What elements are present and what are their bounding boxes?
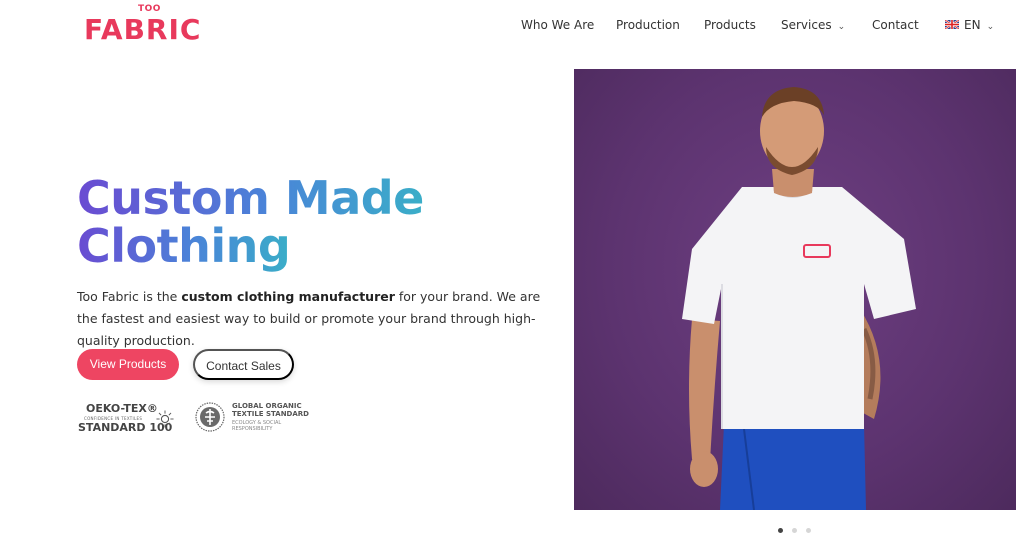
- gots-line2: TEXTILE STANDARD: [232, 410, 309, 418]
- nav-item-who-we-are[interactable]: Who We Are: [521, 16, 594, 34]
- hero-image: [574, 69, 1016, 510]
- gots-line4: RESPONSIBILITY: [232, 426, 273, 432]
- hero-title: Custom Made Clothing: [77, 174, 557, 270]
- nav-item-label: Production: [616, 18, 680, 32]
- page: TOO FABRIC Who We Are Production Product…: [0, 0, 1024, 539]
- hero-title-line1: Custom Made: [77, 171, 424, 225]
- hero-description: Too Fabric is the custom clothing manufa…: [77, 286, 557, 352]
- gots-badge: GLOBAL ORGANIC TEXTILE STANDARD ECOLOGY …: [195, 402, 315, 436]
- carousel-dot-active[interactable]: [778, 528, 783, 533]
- carousel-dots: [778, 528, 818, 536]
- carousel-dot[interactable]: [792, 528, 797, 533]
- main-nav: Who We Are Production Products Services ⌄…: [0, 16, 1024, 34]
- contact-sales-button[interactable]: Contact Sales: [193, 349, 294, 380]
- nav-item-production[interactable]: Production: [616, 16, 680, 34]
- nav-item-contact[interactable]: Contact: [872, 16, 919, 34]
- gots-line1: GLOBAL ORGANIC: [232, 402, 302, 410]
- uk-flag-icon: [945, 20, 959, 29]
- language-label: EN: [964, 18, 981, 32]
- nav-item-label: Services: [781, 18, 832, 32]
- hero-title-line2: Clothing: [77, 219, 291, 273]
- language-selector[interactable]: EN ⌄: [945, 16, 994, 36]
- nav-item-products[interactable]: Products: [704, 16, 756, 34]
- oeko-tex-title: OEKO-TEX®: [86, 402, 158, 415]
- oeko-tex-sun-icon: [156, 410, 174, 428]
- chevron-down-icon: ⌄: [837, 22, 846, 32]
- view-products-button[interactable]: View Products: [77, 349, 179, 380]
- nav-item-label: Contact: [872, 18, 919, 32]
- nav-item-label: Who We Are: [521, 18, 595, 32]
- nav-item-services[interactable]: Services ⌄: [781, 16, 845, 36]
- hero-desc-prefix: Too Fabric is the: [77, 289, 182, 304]
- oeko-tex-badge: OEKO-TEX® CONFIDENCE IN TEXTILES STANDAR…: [78, 402, 178, 436]
- nav-item-label: Products: [704, 18, 756, 32]
- gots-logo-icon: [195, 402, 225, 432]
- chevron-down-icon: ⌄: [986, 22, 995, 32]
- model-illustration: [682, 87, 916, 510]
- hero-desc-bold: custom clothing manufacturer: [181, 289, 395, 304]
- carousel-dot[interactable]: [806, 528, 811, 533]
